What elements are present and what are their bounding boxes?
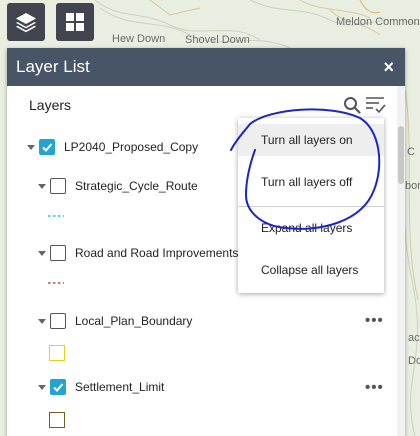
cycle-route-legend-symbol <box>48 215 64 217</box>
layer-options-menu: Turn all layers on Turn all layers off E… <box>238 118 384 293</box>
expand-arrow-icon[interactable] <box>27 144 35 150</box>
layer-label: Local_Plan_Boundary <box>75 314 193 328</box>
expand-arrow-icon[interactable] <box>38 183 46 189</box>
layer-row-road-improvements[interactable]: Road and Road Improvements <box>38 245 238 261</box>
scrollbar-thumb[interactable] <box>398 126 404 184</box>
close-button[interactable]: × <box>383 57 394 78</box>
checkmark-icon <box>53 383 64 392</box>
expand-arrow-icon[interactable] <box>38 318 46 324</box>
expand-arrow-icon[interactable] <box>38 384 46 390</box>
basemap-gallery-button[interactable] <box>56 3 94 41</box>
layer-label: LP2040_Proposed_Copy <box>64 140 199 154</box>
layer-list-button[interactable] <box>7 3 45 41</box>
layer-checkbox[interactable] <box>50 379 66 395</box>
layer-row-settlement-limit[interactable]: Settlement_Limit <box>38 379 164 395</box>
more-options-button[interactable]: ••• <box>365 379 384 396</box>
layer-checkbox[interactable] <box>39 139 55 155</box>
layer-checkbox[interactable] <box>50 245 66 261</box>
layers-heading: Layers <box>29 97 72 113</box>
menu-divider <box>238 206 384 207</box>
scrollbar-track[interactable] <box>397 86 405 436</box>
map-label-edge-do: Do <box>408 355 420 367</box>
layer-label: Road and Road Improvements <box>75 246 239 260</box>
expand-arrow-icon[interactable] <box>38 250 46 256</box>
panel-header: Layer List × <box>7 48 405 86</box>
settlement-legend-symbol <box>49 412 65 428</box>
map-label-meldon-common: Meldon Common <box>336 16 420 28</box>
menu-item-turn-all-on[interactable]: Turn all layers on <box>238 124 384 156</box>
road-legend-symbol <box>48 282 64 284</box>
layer-list-panel: Layer List × Layers LP2040_Proposed_Copy… <box>7 48 405 436</box>
search-icon[interactable] <box>343 96 361 114</box>
checkmark-icon <box>42 143 53 152</box>
layer-row-lp2040[interactable]: LP2040_Proposed_Copy <box>27 139 198 155</box>
map-label-edge-bor: bor <box>405 180 420 192</box>
map-label-shovel-down: Shovel Down <box>185 34 250 46</box>
map-label-hew-down: Hew Down <box>112 33 166 45</box>
map-label-edge-ac: ac <box>408 332 420 344</box>
more-options-button[interactable]: ••• <box>365 312 384 329</box>
menu-item-expand-all[interactable]: Expand all layers <box>238 212 384 244</box>
layer-checkbox[interactable] <box>50 178 66 194</box>
layer-checkbox[interactable] <box>50 313 66 329</box>
layers-icon <box>16 13 36 33</box>
boundary-legend-symbol <box>49 345 65 361</box>
layer-label: Strategic_Cycle_Route <box>75 179 198 193</box>
map-label-edge-c: C <box>407 146 415 158</box>
panel-title: Layer List <box>16 57 90 76</box>
layer-row-strategic-cycle-route[interactable]: Strategic_Cycle_Route <box>38 178 198 194</box>
layer-options-icon[interactable] <box>365 95 387 115</box>
layer-label: Settlement_Limit <box>75 380 165 394</box>
menu-item-turn-all-off[interactable]: Turn all layers off <box>238 166 384 198</box>
grid-icon <box>66 13 84 31</box>
layer-row-local-plan-boundary[interactable]: Local_Plan_Boundary <box>38 313 192 329</box>
menu-item-collapse-all[interactable]: Collapse all layers <box>238 254 384 286</box>
